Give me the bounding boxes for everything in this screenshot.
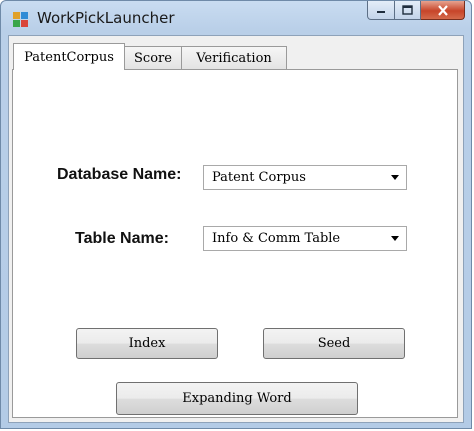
- title-bar[interactable]: WorkPickLauncher: [1, 1, 471, 35]
- chevron-down-icon[interactable]: [391, 175, 399, 180]
- client-area: PatentCorpus Score Verification Database…: [8, 35, 464, 423]
- close-icon: [437, 4, 448, 16]
- chevron-down-icon[interactable]: [391, 236, 399, 241]
- tab-verification[interactable]: Verification: [181, 46, 287, 69]
- database-name-select[interactable]: Patent Corpus: [203, 165, 407, 190]
- minimize-button[interactable]: [367, 1, 395, 20]
- index-button[interactable]: Index: [76, 328, 218, 359]
- table-name-select[interactable]: Info & Comm Table: [203, 226, 407, 251]
- app-icon: [13, 12, 29, 28]
- seed-button[interactable]: Seed: [263, 328, 405, 359]
- close-button[interactable]: [421, 1, 465, 20]
- maximize-icon: [402, 5, 413, 15]
- table-name-value: Info & Comm Table: [212, 231, 341, 246]
- maximize-button[interactable]: [395, 1, 421, 20]
- database-name-label: Database Name:: [57, 166, 182, 183]
- minimize-icon: [377, 11, 385, 13]
- tab-score[interactable]: Score: [124, 46, 182, 69]
- expanding-word-button[interactable]: Expanding Word: [116, 382, 358, 415]
- tab-patentcorpus[interactable]: PatentCorpus: [13, 43, 125, 70]
- app-window: WorkPickLauncher PatentCorpus Score Veri…: [0, 0, 472, 429]
- window-title: WorkPickLauncher: [37, 9, 175, 27]
- caption-buttons: [367, 1, 465, 21]
- table-name-label: Table Name:: [75, 230, 169, 247]
- database-name-value: Patent Corpus: [212, 170, 306, 185]
- tab-page-patentcorpus: Database Name: Patent Corpus Table Name:…: [12, 69, 458, 418]
